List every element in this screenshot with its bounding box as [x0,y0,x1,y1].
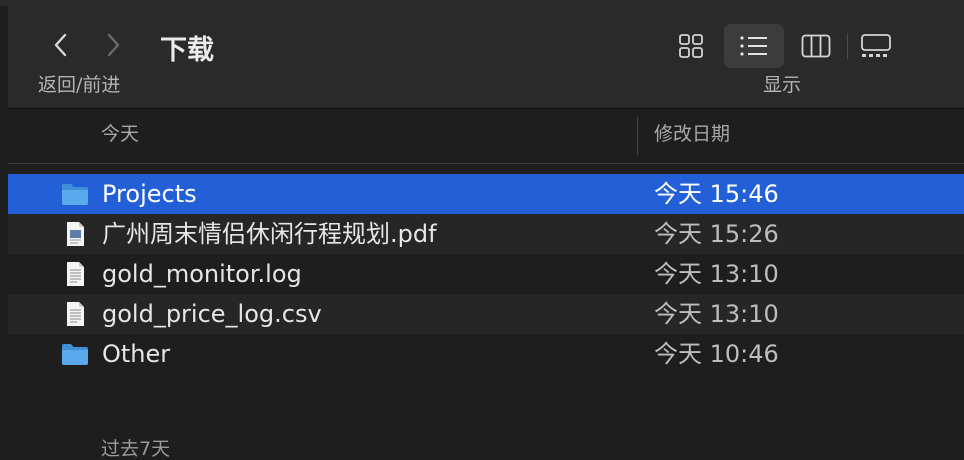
file-row[interactable]: gold_price_log.csv 今天 13:10 [8,294,964,334]
grid-icon [679,34,703,58]
file-name: 广州周末情侣休闲行程规划.pdf [102,220,437,248]
view-icon-button[interactable] [670,24,712,68]
file-date: 今天 13:10 [654,300,779,328]
date-column-header[interactable]: 修改日期 [654,125,730,144]
view-column-button[interactable] [796,24,836,68]
file-name: gold_monitor.log [102,260,302,288]
file-row[interactable]: Projects 今天 15:46 [8,174,964,214]
document-icon [67,262,84,286]
file-date: 今天 15:46 [654,180,779,208]
columns-icon [801,34,831,58]
file-row[interactable]: Other 今天 10:46 [8,334,964,374]
chevron-left-icon [54,33,67,57]
column-divider[interactable] [637,117,638,155]
folder-icon [62,344,88,365]
view-gallery-button[interactable] [856,24,896,68]
column-header: 今天 修改日期 [8,109,964,164]
file-date: 今天 15:26 [654,220,779,248]
file-row[interactable]: 广州周末情侣休闲行程规划.pdf 今天 15:26 [8,214,964,254]
document-icon [67,302,84,326]
folder-icon [62,184,88,205]
name-column-header[interactable]: 今天 [101,125,139,144]
chevron-right-icon [107,33,120,57]
view-list-button[interactable] [724,24,784,68]
pdf-icon [67,222,84,246]
back-button[interactable] [46,28,76,62]
file-row[interactable]: gold_monitor.log 今天 13:10 [8,254,964,294]
file-name: Other [102,340,171,368]
file-date: 今天 10:46 [654,340,779,368]
forward-button[interactable] [98,28,128,62]
file-list: Projects 今天 15:46 广州周末情侣休闲行程规划.pdf 今天 15… [8,174,964,374]
toolbar: 下载 返回/前进 显示 [8,6,964,109]
finder-window: 下载 返回/前进 显示 今天 修改日期 Projects 今天 15:46 广州… [8,6,964,459]
file-name: Projects [102,180,197,208]
file-date: 今天 13:10 [654,260,779,288]
view-label: 显示 [763,74,802,96]
list-icon [740,36,767,56]
gallery-icon [861,34,891,57]
nav-label: 返回/前进 [38,74,121,96]
file-name: gold_price_log.csv [102,300,322,328]
window-title: 下载 [160,35,214,66]
toolbar-divider [847,33,848,59]
